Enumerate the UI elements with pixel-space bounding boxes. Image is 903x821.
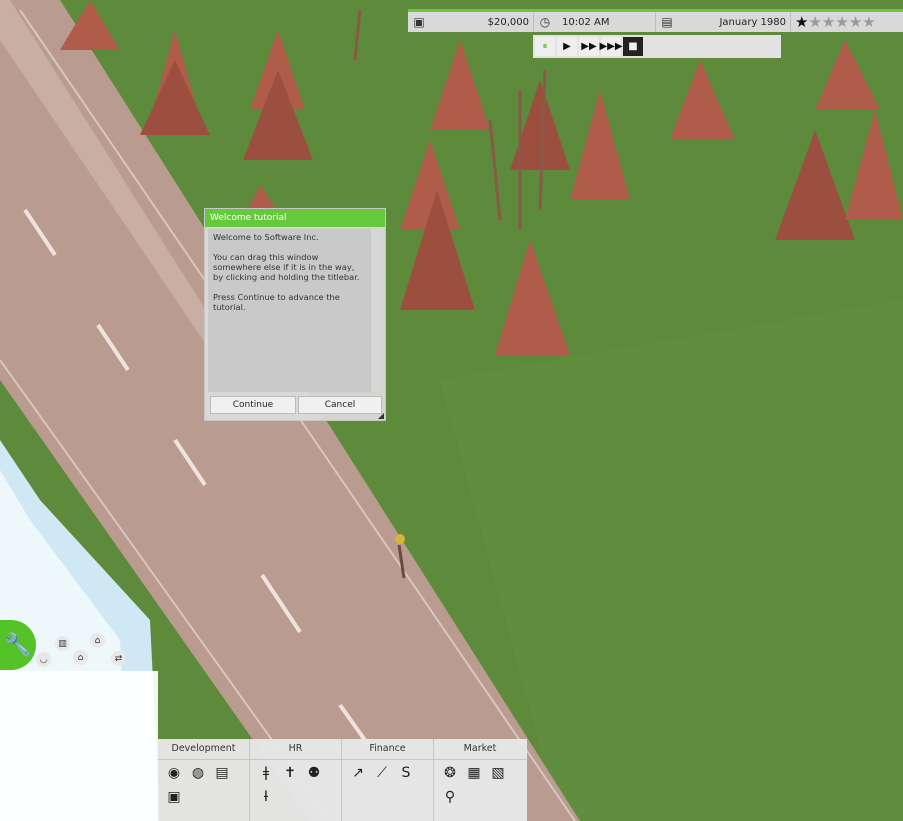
clock-icon: ◷ <box>539 15 551 29</box>
stop-button[interactable]: ■ <box>623 37 643 56</box>
star-icon: ★ <box>795 13 809 31</box>
dialog-body-text: Welcome to Software Inc. You can drag th… <box>208 229 371 392</box>
building-icon[interactable]: ⌂ <box>73 650 88 665</box>
browse-projects-icon[interactable]: ◉ <box>164 763 184 783</box>
fast-forward-button[interactable]: ▶▶ <box>579 37 599 56</box>
category-label: Market <box>434 739 526 760</box>
dialog-scrollbar[interactable] <box>372 229 382 392</box>
download-icon[interactable]: ⚲ <box>440 787 460 807</box>
wrench-icon: 🔧 <box>4 632 32 658</box>
date-value: January 1980 <box>719 16 786 28</box>
shuffle-icon[interactable]: ⇄ <box>111 651 126 666</box>
tutorial-dialog: Welcome tutorial Welcome to Software Inc… <box>204 208 386 421</box>
minimap-panel[interactable] <box>0 671 158 821</box>
dollar-icon[interactable]: S <box>396 763 416 783</box>
main-toolbar: Development ◉ ◍ ▤ ▣ HR ǂ ✝ ⚉ Ɨ Finance ↗… <box>158 739 527 821</box>
status-bar: ▣ $20,000 ◷ 10:02 AM ▤ January 1980 ★★★★… <box>408 9 903 32</box>
globe-icon[interactable]: ◍ <box>188 763 208 783</box>
team-icon[interactable]: ⚉ <box>304 763 324 783</box>
news-icon[interactable]: ▧ <box>488 763 508 783</box>
play-button[interactable]: ▶ <box>557 37 577 56</box>
star-icon: ★ <box>848 13 863 31</box>
speed-controls: ⏸ ▶ ▶▶ ▶▶▶ ■ <box>533 35 781 58</box>
rating-stars: ★★★★★★ <box>795 13 876 31</box>
market-globe-icon[interactable]: ❂ <box>440 763 460 783</box>
date-display: ▤ January 1980 <box>656 12 791 32</box>
resize-grip-icon[interactable] <box>378 413 384 419</box>
staff-icon[interactable]: Ɨ <box>256 787 276 807</box>
chart-icon[interactable]: ⟋ <box>372 763 392 783</box>
category-label: Finance <box>342 739 433 760</box>
money-value: $20,000 <box>487 16 529 28</box>
money-display[interactable]: ▣ $20,000 <box>408 12 534 32</box>
star-icon: ★ <box>808 13 822 31</box>
star-icon: ★ <box>821 13 836 31</box>
trend-arrow-icon[interactable]: ↗ <box>348 763 368 783</box>
time-display: ◷ 10:02 AM <box>534 12 656 32</box>
category-label: HR <box>250 739 341 760</box>
star-icon: ★ <box>862 13 876 31</box>
floor-down-icon[interactable]: ◡ <box>36 652 51 667</box>
grid-icon[interactable]: ▦ <box>464 763 484 783</box>
pause-button[interactable]: ⏸ <box>535 37 555 56</box>
continue-button[interactable]: Continue <box>210 396 296 414</box>
wallet-icon: ▣ <box>413 15 425 29</box>
hire-icon[interactable]: ✝ <box>280 763 300 783</box>
chart-bars-icon[interactable]: ▥ <box>55 636 70 651</box>
document-icon[interactable]: ▤ <box>212 763 232 783</box>
star-icon: ★ <box>835 13 849 31</box>
category-hr: HR ǂ ✝ ⚉ Ɨ <box>250 739 342 821</box>
category-finance: Finance ↗ ⟋ S <box>342 739 434 821</box>
employee-icon[interactable]: ǂ <box>256 763 276 783</box>
category-label: Development <box>158 739 249 760</box>
calendar-icon: ▤ <box>661 15 673 29</box>
home-icon[interactable]: ⌂ <box>90 633 105 648</box>
company-rating[interactable]: ★★★★★★ <box>791 12 901 32</box>
category-development: Development ◉ ◍ ▤ ▣ <box>158 739 250 821</box>
cancel-button[interactable]: Cancel <box>298 396 382 414</box>
time-value: 10:02 AM <box>562 16 610 28</box>
screen-icon[interactable]: ▣ <box>164 787 184 807</box>
category-market: Market ❂ ▦ ▧ ⚲ <box>434 739 526 821</box>
fastest-forward-button[interactable]: ▶▶▶ <box>599 37 623 56</box>
dialog-titlebar[interactable]: Welcome tutorial <box>205 209 385 227</box>
